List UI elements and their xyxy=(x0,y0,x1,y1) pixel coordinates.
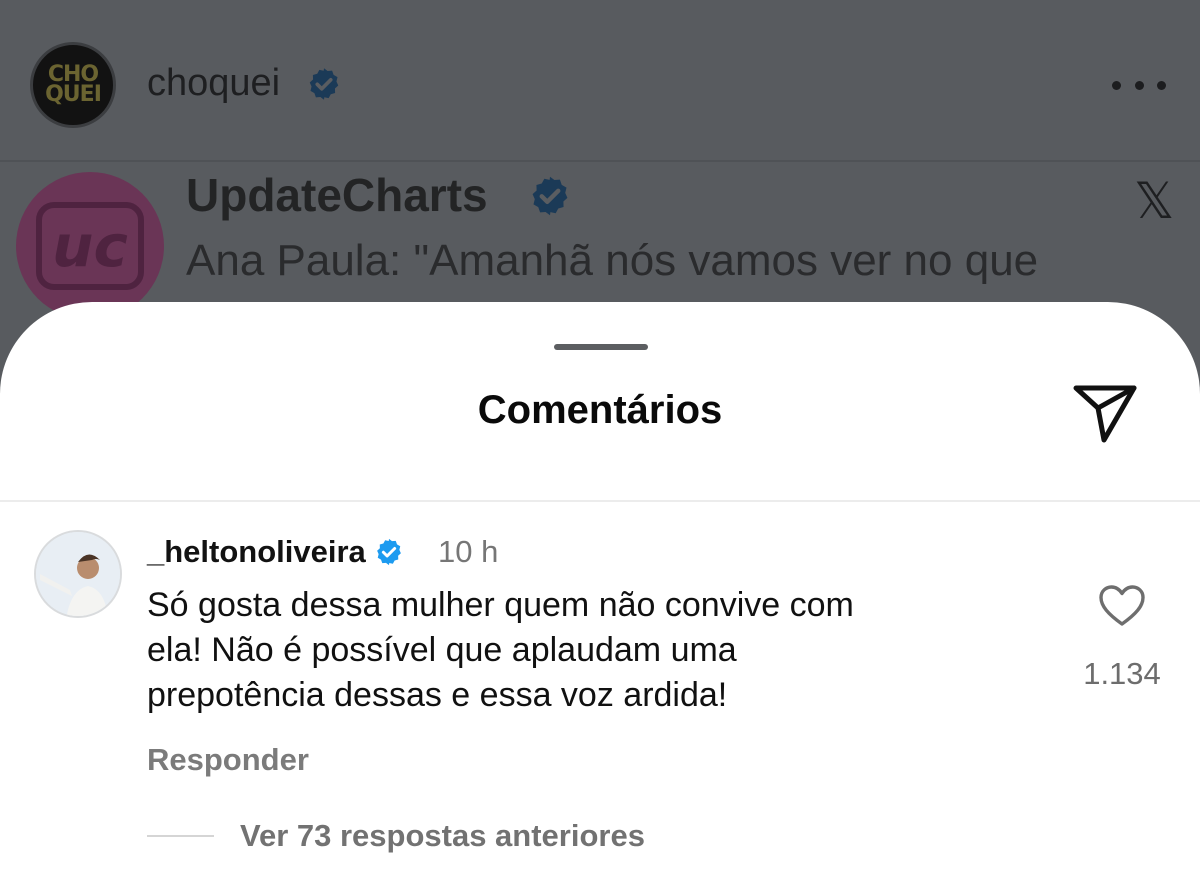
comment-author[interactable]: _heltonoliveira xyxy=(147,534,404,570)
sheet-title: Comentários xyxy=(477,388,723,432)
verified-badge-icon xyxy=(309,68,339,100)
comment-text-line: prepotência dessas e essa voz ardida! xyxy=(147,676,728,714)
drag-handle[interactable] xyxy=(554,344,648,350)
send-icon[interactable] xyxy=(1070,378,1140,446)
post-header: CHO QUEI choquei xyxy=(0,0,1200,162)
embed-tweet-text: Ana Paula: "Amanhã nós vamos ver no que xyxy=(186,236,1039,285)
view-previous-replies-button[interactable]: Ver 73 respostas anteriores xyxy=(240,818,645,854)
account-avatar[interactable]: CHO QUEI xyxy=(30,42,116,128)
heart-icon[interactable] xyxy=(1098,584,1146,628)
comment-avatar[interactable] xyxy=(34,530,122,618)
comment-text: Só gosta dessa mulher quem não convive c… xyxy=(147,583,1047,718)
embed-verified-badge-icon xyxy=(532,176,568,216)
like-count: 1.134 xyxy=(1083,656,1161,691)
comment-text-line: Só gosta dessa mulher quem não convive c… xyxy=(147,586,854,624)
comment-text-line: ela! Não é possível que aplaudam uma xyxy=(147,631,737,669)
comment-username[interactable]: _heltonoliveira xyxy=(147,534,366,570)
sheet-divider xyxy=(0,500,1200,502)
comments-sheet: Comentários _heltonoliveira 10 h Só gost… xyxy=(0,302,1200,892)
account-name[interactable]: choquei xyxy=(147,62,280,105)
x-logo-icon: 𝕏 xyxy=(1134,172,1175,230)
embed-account-name: UpdateCharts xyxy=(186,169,488,221)
reply-button[interactable]: Responder xyxy=(147,742,309,778)
avatar-photo xyxy=(36,532,120,616)
more-options-icon[interactable] xyxy=(1112,70,1166,100)
replies-divider-line xyxy=(147,835,214,837)
embed-avatar-text: uc xyxy=(36,202,144,290)
account-logo-text: CHO QUEI xyxy=(45,62,102,107)
embed-avatar: uc xyxy=(16,172,164,320)
verified-badge-icon xyxy=(376,538,401,566)
comment-time: 10 h xyxy=(438,534,499,569)
